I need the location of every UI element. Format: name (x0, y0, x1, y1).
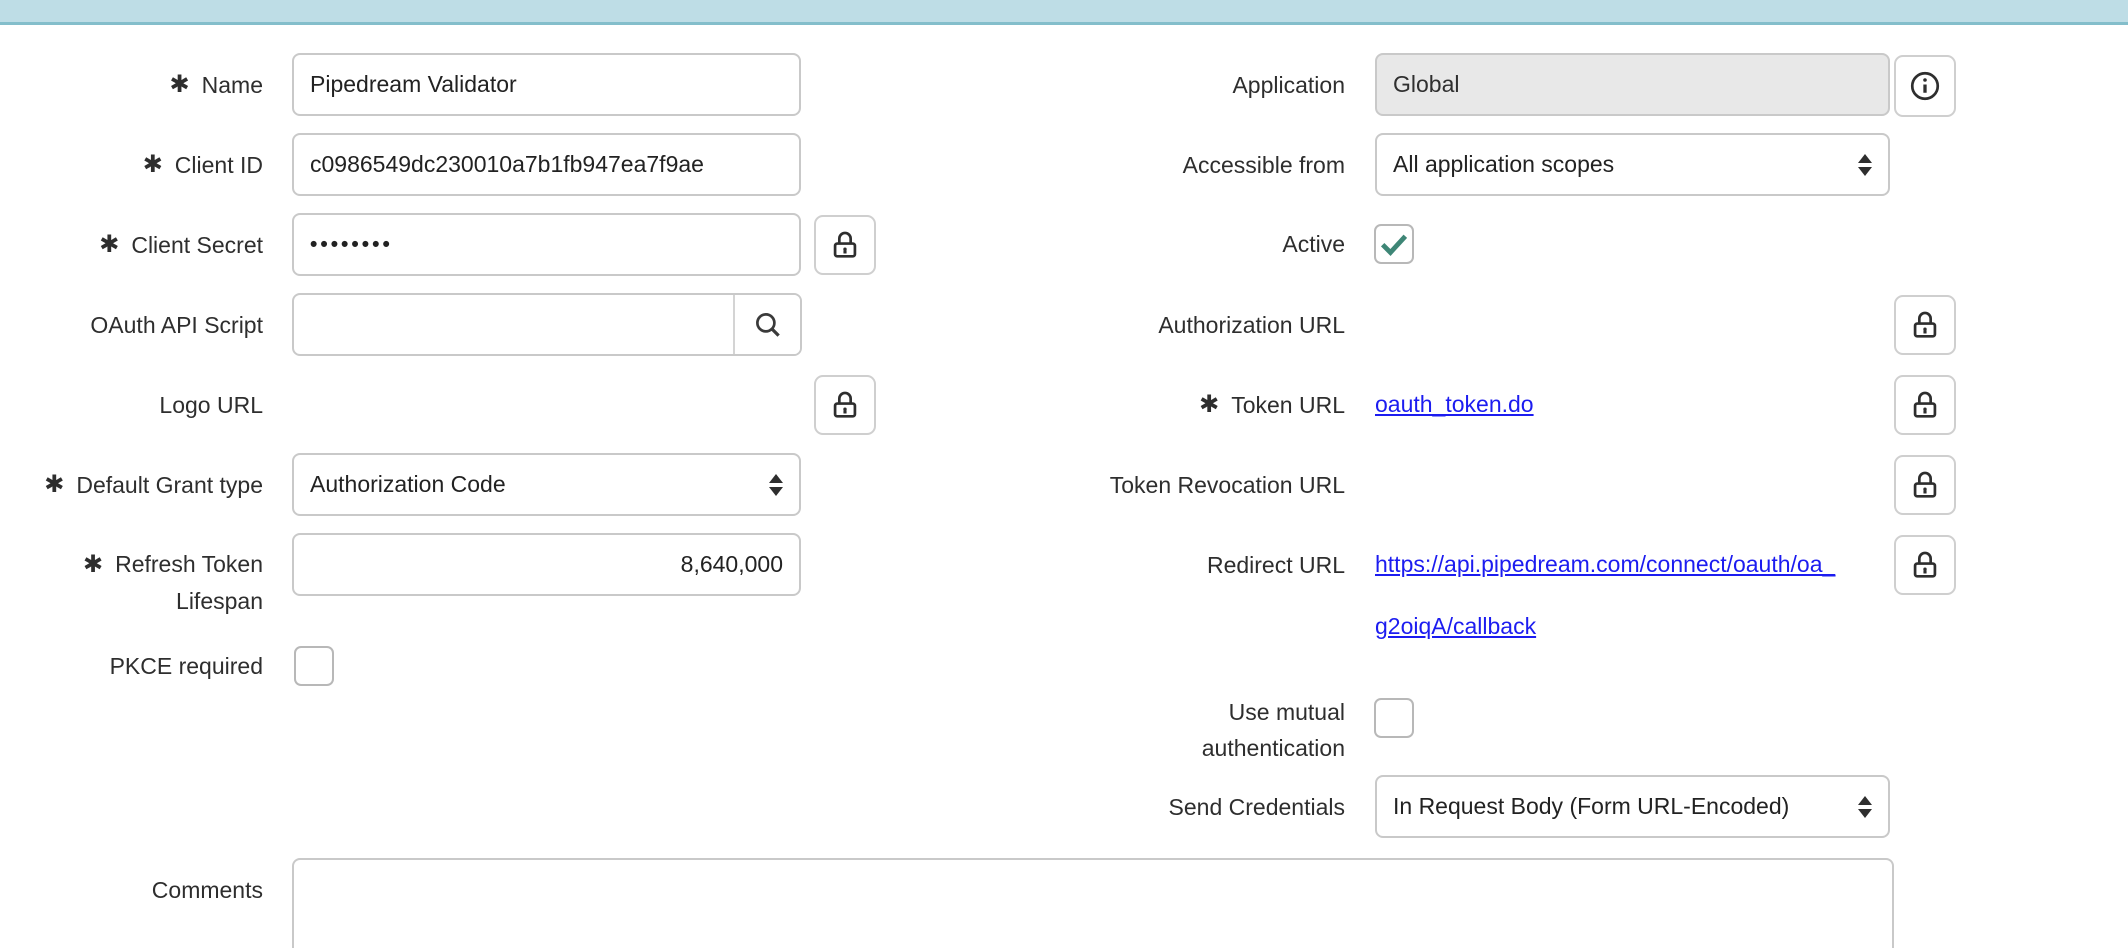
pkce-required-label-text: PKCE required (110, 651, 263, 681)
name-label-text: Name (202, 70, 263, 100)
authorization-url-lock-button[interactable] (1894, 295, 1956, 355)
redirect-url-line1: https://api.pipedream.com/connect/oauth/… (1375, 533, 1835, 595)
pkce-required-label: PKCE required (10, 646, 263, 686)
client-secret-label: ✱ Client Secret (10, 213, 263, 276)
lock-icon (1908, 548, 1942, 582)
client-secret-input[interactable] (292, 213, 801, 276)
application-input[interactable] (1375, 53, 1890, 116)
redirect-url-label: Redirect URL (1045, 533, 1345, 596)
accessible-from-select[interactable]: All application scopes (1375, 133, 1890, 196)
active-label: Active (1045, 224, 1345, 264)
redirect-url-label-text: Redirect URL (1207, 550, 1345, 580)
send-credentials-value: In Request Body (Form URL-Encoded) (1393, 793, 1789, 820)
client-secret-lock-button[interactable] (814, 215, 876, 275)
accessible-from-value: All application scopes (1393, 151, 1614, 178)
pkce-required-checkbox[interactable] (294, 646, 334, 686)
application-label: Application (1045, 53, 1345, 116)
accessible-from-label-text: Accessible from (1183, 150, 1345, 180)
refresh-token-lifespan-label-text: Refresh Token Lifespan (115, 551, 263, 614)
active-checkbox[interactable] (1374, 224, 1414, 264)
search-icon (751, 308, 785, 342)
token-url-lock-button[interactable] (1894, 375, 1956, 435)
authorization-url-label-text: Authorization URL (1158, 310, 1345, 340)
form-section-header-bar (0, 0, 2128, 25)
oauth-api-script-label: OAuth API Script (10, 293, 263, 356)
comments-label: Comments (10, 858, 263, 921)
lock-icon (828, 228, 862, 262)
default-grant-type-select[interactable]: Authorization Code (292, 453, 801, 516)
default-grant-type-label-text: Default Grant type (76, 470, 263, 500)
default-grant-type-value: Authorization Code (310, 471, 506, 498)
use-mutual-authentication-label-text: Use mutual authentication (1202, 699, 1345, 761)
required-marker-icon: ✱ (143, 150, 163, 180)
required-marker-icon: ✱ (83, 551, 103, 578)
token-revocation-url-label: Token Revocation URL (1045, 453, 1345, 516)
redirect-url-link[interactable]: https://api.pipedream.com/connect/oauth/… (1375, 533, 1835, 657)
send-credentials-select[interactable]: In Request Body (Form URL-Encoded) (1375, 775, 1890, 838)
checkmark-icon (1377, 227, 1411, 261)
comments-textarea[interactable] (292, 858, 1894, 948)
required-marker-icon: ✱ (170, 70, 190, 100)
application-label-text: Application (1232, 70, 1345, 100)
oauth-api-script-lookup-button[interactable] (733, 295, 800, 354)
logo-url-label-text: Logo URL (159, 390, 263, 420)
required-marker-icon: ✱ (44, 470, 64, 500)
lock-icon (1908, 308, 1942, 342)
refresh-token-lifespan-input[interactable] (292, 533, 801, 596)
lock-icon (1908, 388, 1942, 422)
name-input[interactable] (292, 53, 801, 116)
token-url-link[interactable]: oauth_token.do (1375, 373, 1534, 436)
client-secret-label-text: Client Secret (131, 230, 263, 260)
token-url-label: ✱ Token URL (1045, 373, 1345, 436)
oauth-registry-form: ✱ Name ✱ Client ID ✱ Client Secret OAuth… (0, 0, 2128, 948)
lock-icon (828, 388, 862, 422)
send-credentials-label-text: Send Credentials (1169, 792, 1345, 822)
token-url-label-text: Token URL (1231, 390, 1345, 420)
authorization-url-label: Authorization URL (1045, 293, 1345, 356)
select-caret-icon (1858, 796, 1872, 818)
redirect-url-lock-button[interactable] (1894, 535, 1956, 595)
token-revocation-url-label-text: Token Revocation URL (1110, 470, 1345, 500)
oauth-api-script-input[interactable] (294, 295, 733, 354)
active-label-text: Active (1282, 229, 1345, 259)
info-icon (1907, 68, 1943, 104)
client-id-label-text: Client ID (175, 150, 263, 180)
oauth-api-script-reference-field (292, 293, 802, 356)
required-marker-icon: ✱ (1199, 390, 1219, 420)
logo-url-label: Logo URL (10, 373, 263, 436)
redirect-url-line2: g2oiqA/callback (1375, 595, 1835, 657)
oauth-api-script-label-text: OAuth API Script (90, 310, 263, 340)
select-caret-icon (1858, 154, 1872, 176)
send-credentials-label: Send Credentials (1045, 775, 1345, 838)
client-id-input[interactable] (292, 133, 801, 196)
lock-icon (1908, 468, 1942, 502)
select-caret-icon (769, 474, 783, 496)
use-mutual-authentication-checkbox[interactable] (1374, 698, 1414, 738)
client-id-label: ✱ Client ID (10, 133, 263, 196)
logo-url-lock-button[interactable] (814, 375, 876, 435)
accessible-from-label: Accessible from (1045, 133, 1345, 196)
use-mutual-authentication-label: Use mutual authentication (1145, 694, 1345, 766)
comments-label-text: Comments (152, 875, 263, 905)
default-grant-type-label: ✱ Default Grant type (10, 453, 263, 516)
required-marker-icon: ✱ (99, 230, 119, 260)
application-info-button[interactable] (1894, 55, 1956, 117)
name-label: ✱ Name (10, 53, 263, 116)
token-revocation-url-lock-button[interactable] (1894, 455, 1956, 515)
refresh-token-lifespan-label: ✱ Refresh Token Lifespan (10, 546, 263, 619)
